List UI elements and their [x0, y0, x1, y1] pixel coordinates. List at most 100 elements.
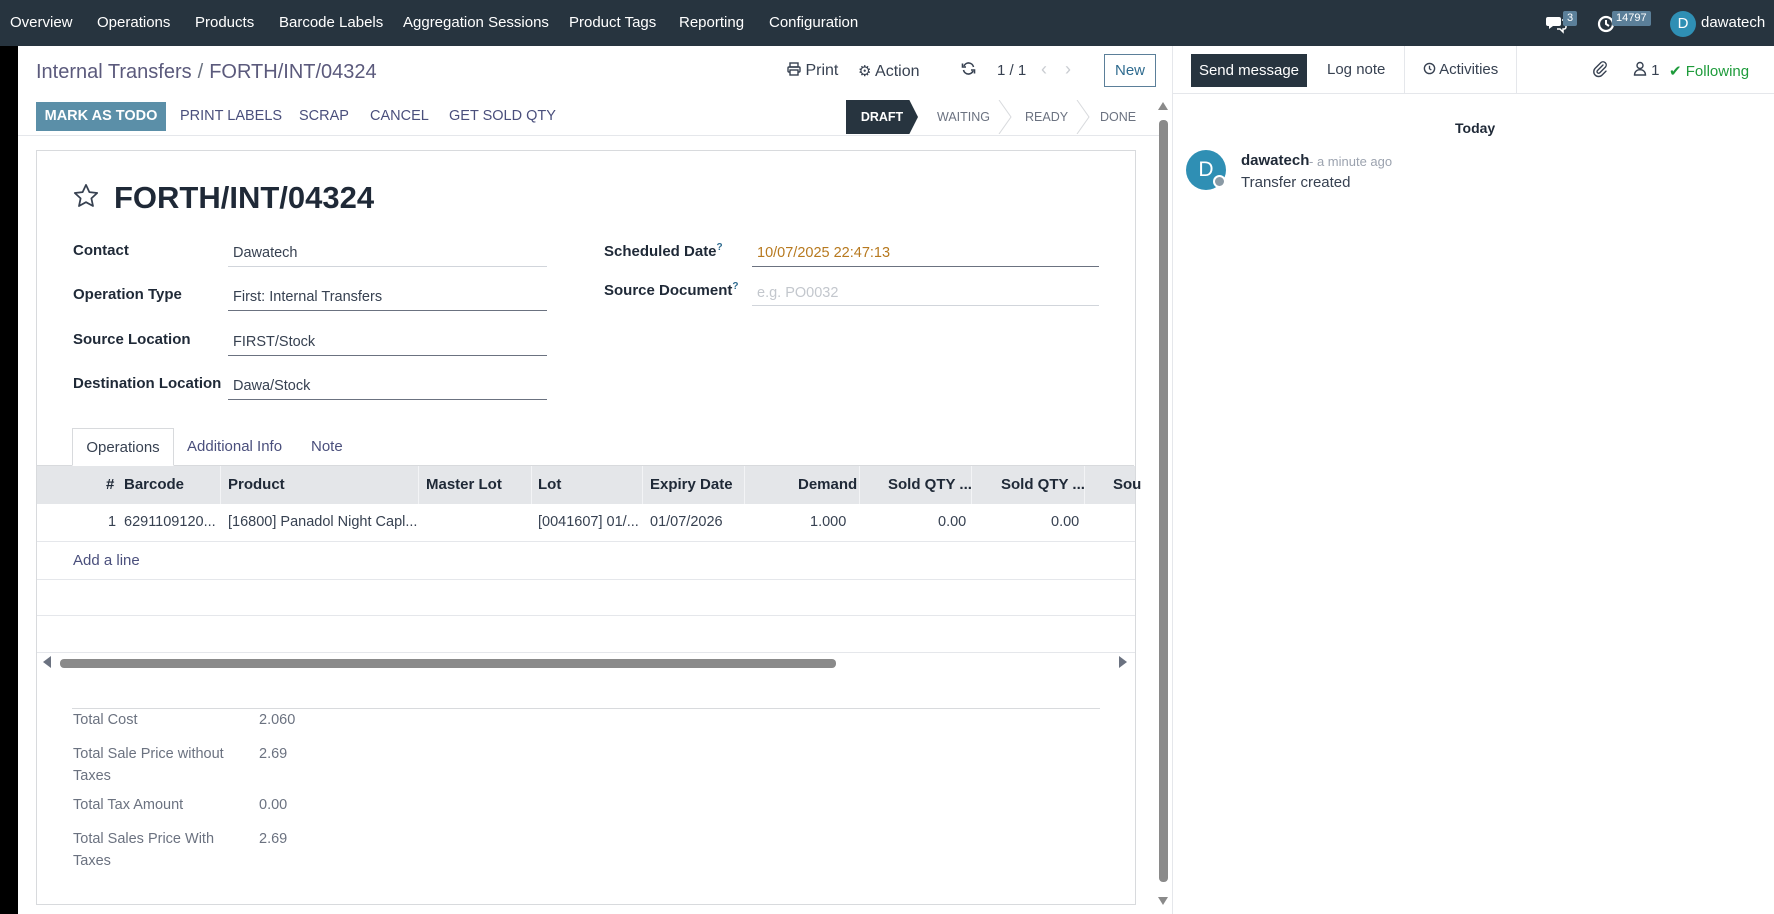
source-location-underline [228, 355, 547, 356]
col-number[interactable]: # [106, 476, 114, 493]
print-button[interactable]: Print [787, 62, 838, 80]
activities-label: Activities [1439, 61, 1499, 78]
total-cost-label: Total Cost [73, 712, 138, 728]
source-document-label: Source Document? [604, 281, 739, 299]
cell-demand[interactable]: 1.000 [810, 514, 846, 530]
scroll-right-icon[interactable] [1119, 656, 1127, 668]
menu-product-tags[interactable]: Product Tags [569, 14, 656, 31]
add-line-link[interactable]: Add a line [73, 552, 140, 569]
message-body: Transfer created [1241, 174, 1351, 191]
mark-as-todo-button[interactable]: MARK AS TODO [36, 102, 166, 131]
breadcrumb-parent[interactable]: Internal Transfers [36, 61, 192, 83]
col-master-lot[interactable]: Master Lot [426, 476, 502, 493]
scrap-button[interactable]: SCRAP [299, 108, 349, 124]
horizontal-scroll-thumb[interactable] [60, 659, 836, 668]
pager-next-icon[interactable]: › [1065, 59, 1071, 80]
source-location-field[interactable]: FIRST/Stock [233, 334, 315, 350]
cell-expiry-date[interactable]: 01/07/2026 [650, 514, 723, 530]
menu-reporting[interactable]: Reporting [679, 14, 744, 31]
operation-type-label: Operation Type [73, 286, 182, 303]
col-product[interactable]: Product [228, 476, 285, 493]
col-expiry-date[interactable]: Expiry Date [650, 476, 733, 493]
col-divider [642, 466, 643, 504]
action-label: Action [875, 63, 920, 80]
new-button[interactable]: New [1104, 54, 1156, 87]
top-navbar: Overview Operations Products Barcode Lab… [0, 0, 1774, 46]
source-document-field[interactable]: e.g. PO0032 [757, 285, 838, 301]
col-source[interactable]: Sou [1113, 476, 1141, 493]
col-divider [220, 466, 221, 504]
cell-sold-qty-2[interactable]: 0.00 [1051, 514, 1079, 530]
col-divider [744, 466, 745, 504]
row-divider [37, 615, 1135, 616]
stage-waiting[interactable]: WAITING [937, 100, 990, 134]
tab-note[interactable]: Note [311, 428, 343, 466]
contact-label: Contact [73, 242, 129, 259]
cell-lot[interactable]: [0041607] 01/... [538, 514, 639, 530]
menu-overview[interactable]: Overview [10, 14, 73, 31]
col-divider [971, 466, 972, 504]
menu-configuration[interactable]: Configuration [769, 14, 858, 31]
action-button[interactable]: ⚙ Action [858, 62, 919, 81]
col-divider [531, 466, 532, 504]
scheduled-date-field[interactable]: 10/07/2025 22:47:13 [757, 245, 890, 261]
get-sold-qty-button[interactable]: GET SOLD QTY [449, 108, 556, 124]
pager-value[interactable]: 1 / 1 [997, 62, 1026, 79]
left-edge [0, 46, 18, 914]
scroll-up-icon[interactable] [1158, 102, 1168, 110]
log-note-button[interactable]: Log note [1327, 61, 1385, 78]
refresh-icon[interactable] [961, 61, 976, 81]
breadcrumb: Internal Transfers / FORTH/INT/04324 [36, 61, 377, 84]
pager-prev-icon[interactable]: ‹ [1041, 59, 1047, 80]
send-message-button[interactable]: Send message [1191, 54, 1307, 87]
form-vertical-scrollbar[interactable] [1156, 100, 1170, 908]
breadcrumb-separator: / [197, 61, 204, 83]
check-icon: ✔ [1669, 63, 1682, 80]
gear-icon: ⚙ [858, 63, 872, 80]
tab-additional-info[interactable]: Additional Info [187, 428, 282, 466]
scroll-left-icon[interactable] [43, 656, 51, 668]
contact-field[interactable]: Dawatech [233, 245, 297, 261]
scroll-down-icon[interactable] [1158, 897, 1168, 905]
help-icon[interactable]: ? [717, 242, 723, 253]
tab-operations[interactable]: Operations [72, 428, 174, 466]
help-icon[interactable]: ? [732, 281, 738, 292]
print-labels-button[interactable]: PRINT LABELS [180, 108, 282, 124]
message-author[interactable]: dawatech [1241, 152, 1309, 169]
followers-button[interactable]: 1 [1633, 61, 1660, 79]
row-divider [37, 652, 1135, 653]
user-avatar[interactable]: D [1670, 11, 1696, 37]
following-button[interactable]: ✔ Following [1669, 62, 1749, 80]
cancel-button[interactable]: CANCEL [370, 108, 429, 124]
print-icon [787, 62, 801, 76]
destination-location-field[interactable]: Dawa/Stock [233, 378, 310, 394]
col-demand[interactable]: Demand [798, 476, 857, 493]
contact-underline [228, 266, 547, 267]
menu-aggregation-sessions[interactable]: Aggregation Sessions [403, 14, 549, 31]
followers-count: 1 [1651, 62, 1660, 79]
col-barcode[interactable]: Barcode [124, 476, 184, 493]
col-sold-qty-1[interactable]: Sold QTY ... [888, 476, 972, 493]
stage-done[interactable]: DONE [1100, 100, 1136, 134]
star-icon[interactable] [72, 182, 100, 214]
col-lot[interactable]: Lot [538, 476, 561, 493]
menu-barcode-labels[interactable]: Barcode Labels [279, 14, 383, 31]
source-document-underline [752, 305, 1099, 306]
col-divider [859, 466, 860, 504]
paperclip-icon[interactable] [1592, 60, 1608, 82]
activities-button[interactable]: Activities [1404, 46, 1517, 94]
cell-product[interactable]: [16800] Panadol Night Capl... [228, 514, 417, 530]
print-label: Print [805, 62, 839, 79]
stage-ready[interactable]: READY [1025, 100, 1068, 134]
cell-barcode[interactable]: 6291109120... [124, 514, 216, 530]
user-name[interactable]: dawatech [1701, 14, 1765, 31]
col-divider [1084, 466, 1085, 504]
menu-operations[interactable]: Operations [97, 14, 170, 31]
cell-sold-qty-1[interactable]: 0.00 [938, 514, 966, 530]
menu-products[interactable]: Products [195, 14, 254, 31]
scroll-thumb[interactable] [1159, 120, 1168, 882]
operation-type-field[interactable]: First: Internal Transfers [233, 289, 382, 305]
col-sold-qty-2[interactable]: Sold QTY ... [1001, 476, 1085, 493]
stage-draft[interactable]: DRAFT [846, 100, 918, 134]
total-sales-price-with-taxes-value: 2.69 [259, 831, 288, 847]
